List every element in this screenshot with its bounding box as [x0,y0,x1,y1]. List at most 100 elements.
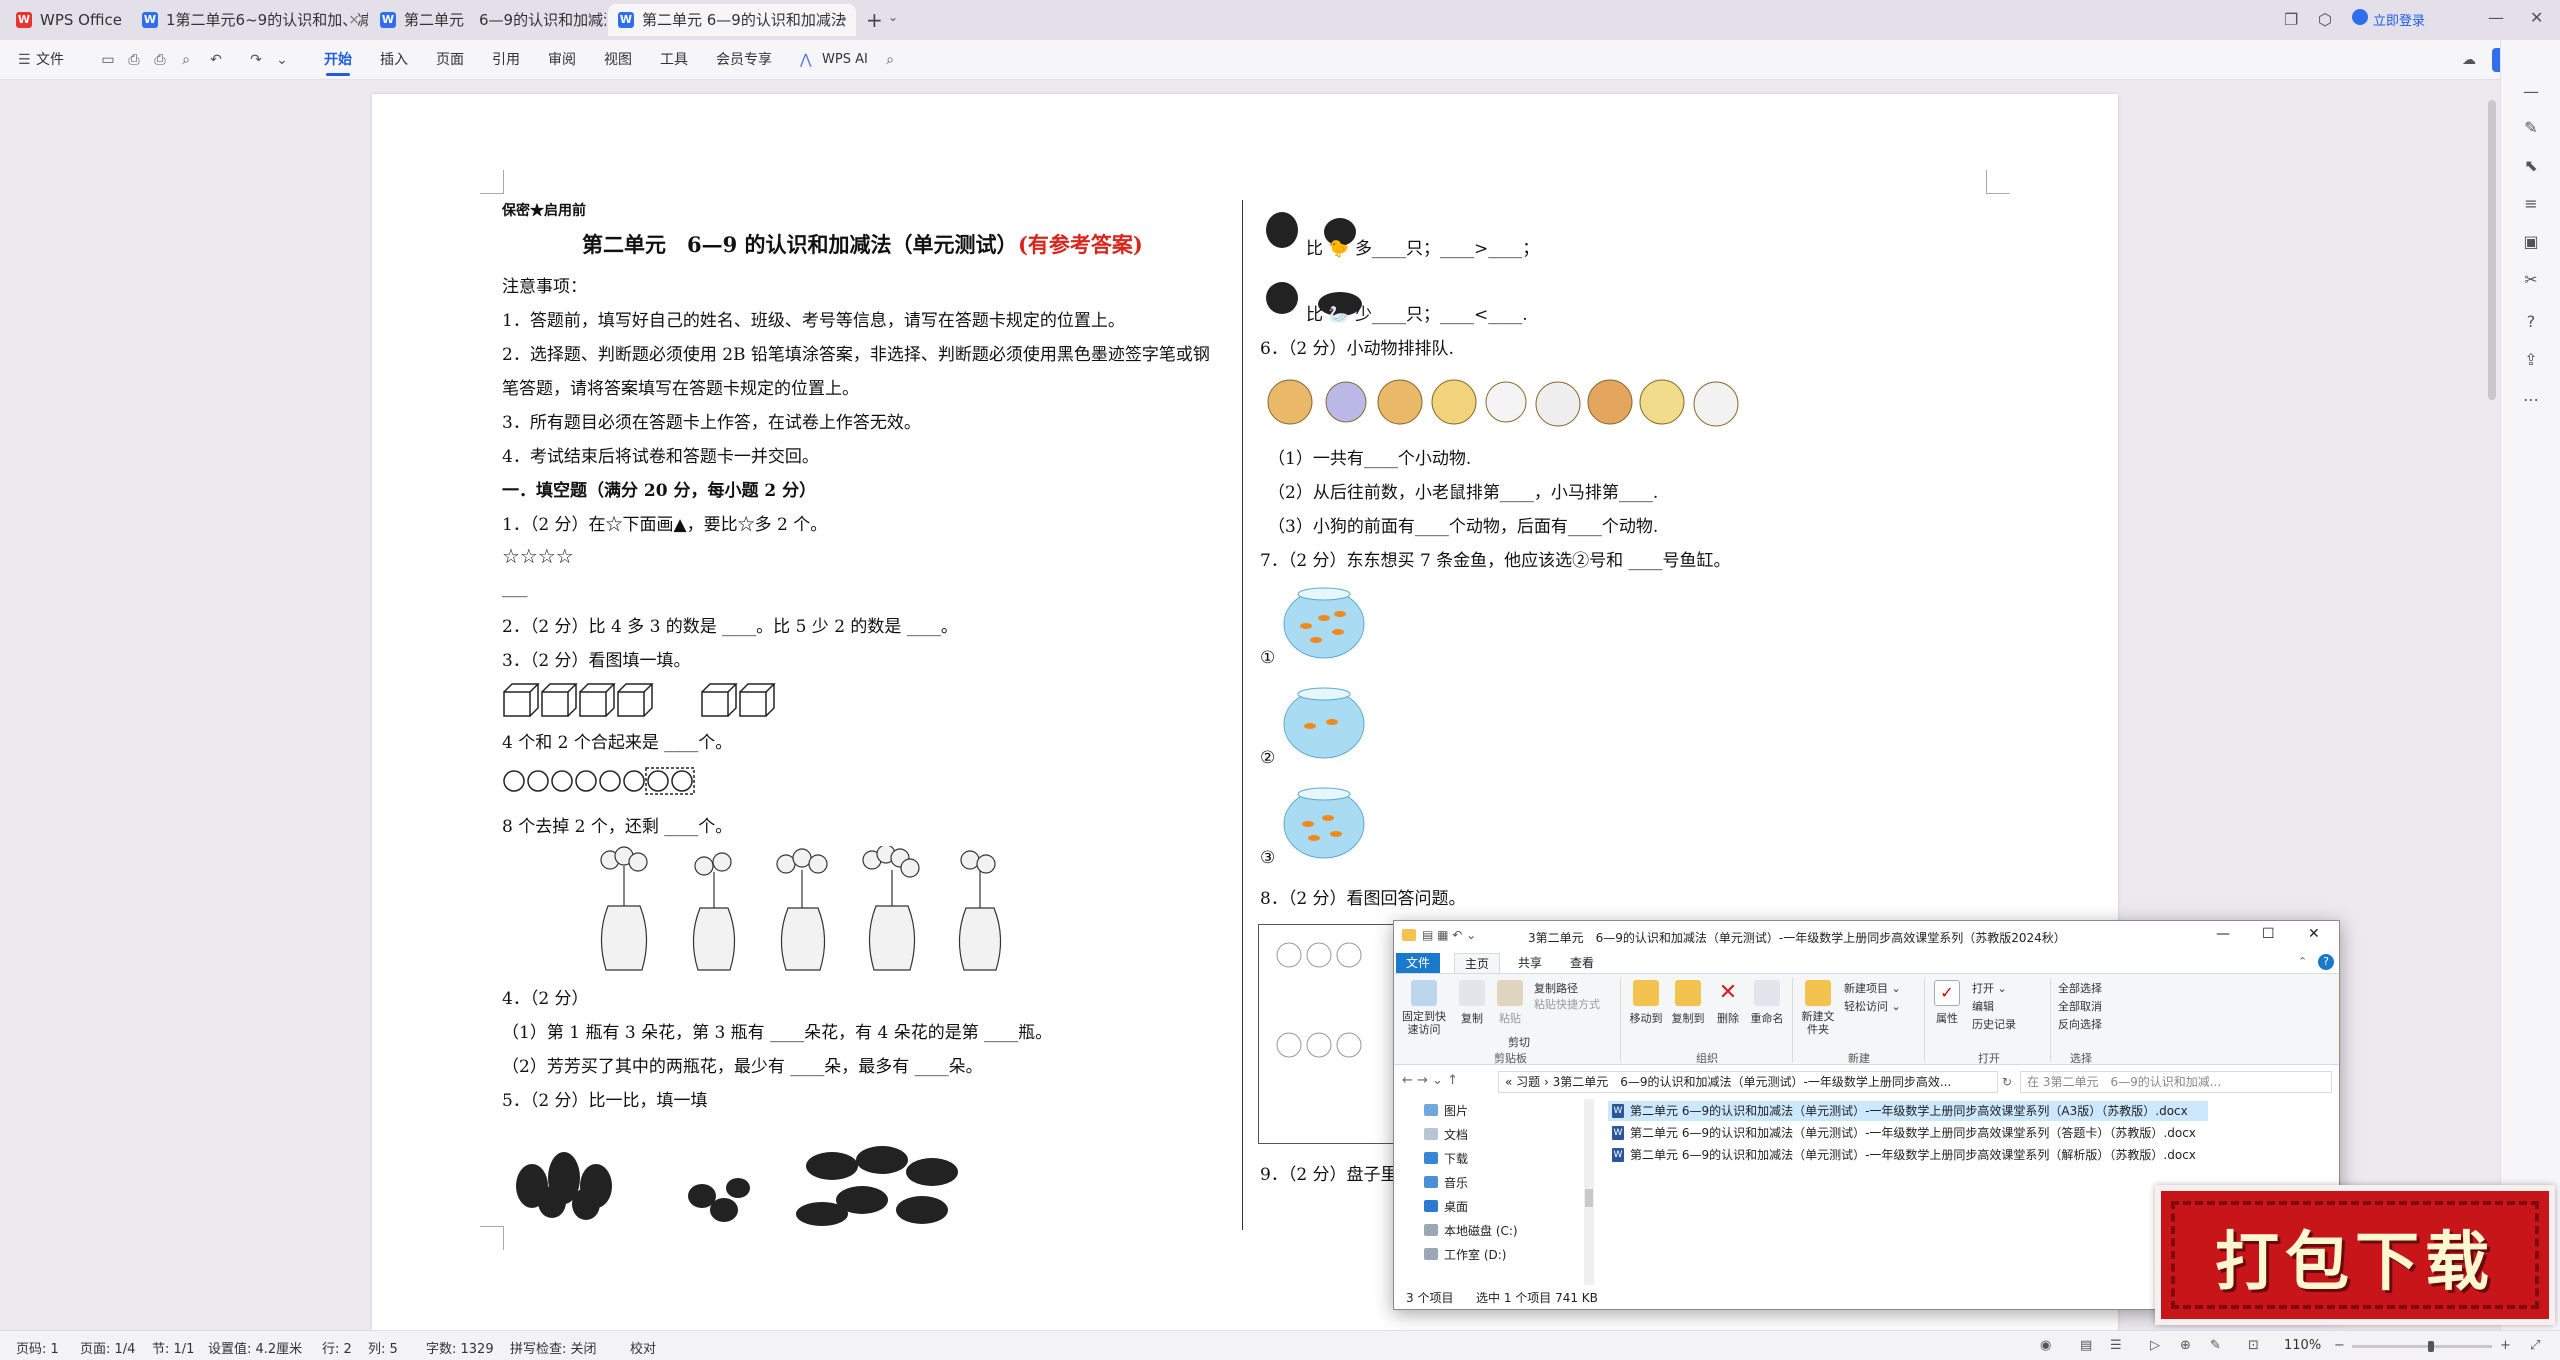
copy-path-button[interactable]: 复制路径 [1534,980,1578,996]
refresh-icon[interactable]: ↻ [2002,1075,2012,1089]
menu-page[interactable]: 页面 [436,40,464,80]
help-icon[interactable]: ? [2521,312,2541,332]
nav-item-music[interactable]: 音乐 [1424,1173,1468,1193]
status-page[interactable]: 页码: 1 [16,1338,59,1357]
window-layout-icon[interactable]: ❐ [2284,10,2298,29]
tab-file[interactable]: 文件 [1396,953,1441,973]
help-icon[interactable]: ? [2318,954,2334,970]
print-preview-icon[interactable]: ⌕ [178,52,194,68]
hamburger-icon[interactable]: ☰ [18,52,31,68]
page-view-icon[interactable]: ▤ [2080,1338,2092,1353]
minimize-panel-icon[interactable]: — [2521,82,2541,102]
more-icon[interactable]: ⋯ [2521,390,2541,410]
copy-button[interactable]: 复制 [1454,980,1490,1026]
tab-doc-2[interactable]: W 第二单元 6—9的认识和加减法（单 × [370,4,606,36]
chevron-up-icon[interactable]: ⌃ [2298,955,2307,968]
print-icon[interactable]: ⎙ [152,52,168,68]
file-item[interactable]: W 第二单元 6—9的认识和加减法（单元测试）-一年级数学上册同步高效课堂系列（解… [1608,1145,2208,1165]
open-button[interactable]: 打开 ⌄ [1972,980,2007,996]
tab-home[interactable]: 主页 [1454,953,1501,973]
tab-doc-3-active[interactable]: W 第二单元 6—9的认识和加减法 • [608,4,856,36]
zoom-out-icon[interactable]: − [2334,1338,2345,1353]
paste-shortcut-button[interactable]: 粘贴快捷方式 [1534,996,1600,1012]
easy-access-button[interactable]: 轻松访问 ⌄ [1844,998,1901,1014]
nav-item-downloads[interactable]: 下载 [1424,1149,1468,1169]
tools-icon[interactable]: ✂ [2521,270,2541,290]
move-to-button[interactable]: 移动到 [1626,980,1666,1026]
pen-icon[interactable]: ✎ [2521,118,2541,138]
copy-to-button[interactable]: 复制到 [1668,980,1708,1026]
close-icon[interactable]: • [840,4,848,36]
address-bar[interactable]: « 习题 › 3第二单元 6—9的认识和加减法（单元测试）-一年级数学上册同步高… [1498,1071,1998,1093]
tab-doc-1[interactable]: W 1第二单元6~9的认识和加、减法 × [132,4,368,36]
cut-button[interactable]: 剪切 [1508,1034,1530,1050]
nav-scrollbar[interactable] [1584,1099,1594,1285]
avatar[interactable] [2352,9,2368,25]
history-button[interactable]: 历史记录 [1972,1016,2016,1032]
cloud-icon[interactable]: ☁ [2462,52,2476,68]
redo-icon[interactable]: ↷ [248,52,264,68]
fullscreen-icon[interactable]: ⤢ [2530,1338,2540,1353]
status-section[interactable]: 节: 1/1 [152,1338,194,1357]
pin-quick-access-button[interactable]: 固定到快速访问 [1398,980,1450,1036]
select-icon[interactable]: ⬉ [2521,156,2541,176]
select-all-button[interactable]: 全部选择 [2058,980,2102,996]
menu-wps-ai[interactable]: WPS AI [822,40,868,80]
tab-share[interactable]: 共享 [1508,953,1552,973]
status-words[interactable]: 字数: 1329 [426,1338,494,1357]
new-tab-button[interactable]: + [866,8,883,32]
menu-home[interactable]: 开始 [324,40,352,80]
play-icon[interactable]: ▷ [2150,1338,2160,1353]
select-none-button[interactable]: 全部取消 [2058,998,2102,1014]
export-icon[interactable]: ⎙ [126,52,142,68]
cube-icon[interactable]: ⬡ [2318,10,2332,29]
menu-file[interactable]: 文件 [36,40,64,80]
nav-item-drive-c[interactable]: 本地磁盘 (C:) [1424,1221,1518,1241]
status-setting[interactable]: 设置值: 4.2厘米 [208,1338,302,1357]
zoom-slider[interactable] [2352,1341,2492,1352]
outline-icon[interactable]: ☰ [2110,1338,2122,1353]
tab-view[interactable]: 查看 [1560,953,1604,973]
undo-icon[interactable]: ↶ [208,52,224,68]
file-item[interactable]: W 第二单元 6—9的认识和加减法（单元测试）-一年级数学上册同步高效课堂系列（A… [1608,1101,2208,1121]
search-input[interactable]: 在 3第二单元 6—9的认识和加减... [2020,1071,2332,1093]
edit-button[interactable]: 编辑 [1972,998,1994,1014]
tab-wps-home[interactable]: W WPS Office [6,4,130,36]
menu-insert[interactable]: 插入 [380,40,408,80]
image-icon[interactable]: ▣ [2521,232,2541,252]
status-col[interactable]: 列: 5 [368,1338,398,1357]
delete-button[interactable]: ✕ 删除 [1712,980,1744,1026]
minimize-icon[interactable]: — [2216,926,2230,942]
close-icon[interactable]: × [586,4,598,36]
menu-references[interactable]: 引用 [492,40,520,80]
menu-tools[interactable]: 工具 [660,40,688,80]
nav-item-pictures[interactable]: 图片 [1424,1101,1468,1121]
close-icon[interactable]: × [348,4,360,36]
fit-icon[interactable]: ⊡ [2248,1338,2259,1353]
nav-item-desktop[interactable]: 桌面 [1424,1197,1468,1217]
file-item[interactable]: W 第二单元 6—9的认识和加减法（单元测试）-一年级数学上册同步高效课堂系列（答… [1608,1123,2208,1143]
status-row[interactable]: 行: 2 [322,1338,352,1357]
new-folder-button[interactable]: 新建文件夹 [1798,980,1838,1036]
maximize-icon[interactable]: ☐ [2262,926,2275,942]
status-spellcheck[interactable]: 拼写检查: 关闭 [510,1338,597,1357]
zoom-level[interactable]: 110% [2284,1338,2321,1353]
pen-icon[interactable]: ✎ [2210,1338,2221,1353]
vertical-scrollbar[interactable] [2488,100,2496,400]
settings-sliders-icon[interactable]: ≡ [2521,194,2541,214]
rename-button[interactable]: 重命名 [1748,980,1786,1026]
login-link[interactable]: 立即登录 [2373,10,2425,29]
search-icon[interactable]: ⌕ [882,52,898,68]
chevron-down-icon[interactable]: ⌄ [274,52,290,68]
download-promo-banner[interactable]: 打包下载 [2155,1185,2555,1325]
status-pages[interactable]: 页面: 1/4 [80,1338,135,1357]
chevron-down-icon[interactable]: ⌄ [888,10,898,24]
new-item-button[interactable]: 新建项目 ⌄ [1844,980,1901,996]
menu-member[interactable]: 会员专享 [716,40,772,80]
minimize-icon[interactable]: — [2488,8,2504,27]
status-proofread[interactable]: 校对 [630,1338,656,1357]
zoom-in-icon[interactable]: + [2500,1338,2511,1353]
nav-item-documents[interactable]: 文档 [1424,1125,1468,1145]
invert-selection-button[interactable]: 反向选择 [2058,1016,2102,1032]
menu-review[interactable]: 审阅 [548,40,576,80]
